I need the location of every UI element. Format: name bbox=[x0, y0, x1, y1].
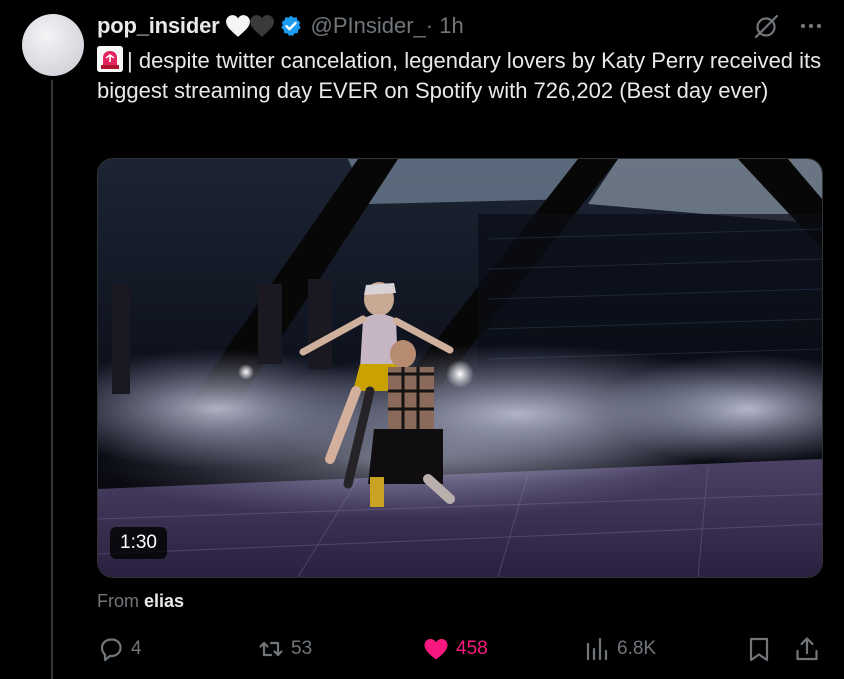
action-bar: 4 53 458 6.8K bbox=[97, 635, 821, 669]
black-heart-icon bbox=[249, 15, 274, 37]
white-heart-icon bbox=[225, 15, 250, 37]
video-duration: 1:30 bbox=[110, 527, 167, 559]
thread-line bbox=[51, 80, 53, 679]
views-count: 6.8K bbox=[617, 638, 657, 659]
like-button[interactable]: 458 bbox=[422, 635, 488, 663]
reply-count: 4 bbox=[131, 638, 142, 659]
verified-badge-icon[interactable] bbox=[279, 14, 303, 38]
grok-icon[interactable] bbox=[752, 11, 782, 41]
reply-icon bbox=[100, 638, 122, 662]
reply-button[interactable]: 4 bbox=[97, 635, 142, 663]
tweet-text: | despite twitter cancelation, legendary… bbox=[97, 46, 827, 106]
avatar[interactable] bbox=[22, 14, 84, 76]
repost-count: 53 bbox=[291, 638, 313, 659]
siren-emoji-icon bbox=[97, 46, 123, 72]
media-attribution: From elias bbox=[97, 591, 184, 612]
more-icon[interactable] bbox=[798, 13, 824, 39]
views-button[interactable]: 6.8K bbox=[583, 635, 656, 663]
attribution-source[interactable]: elias bbox=[144, 591, 184, 611]
bookmark-icon bbox=[749, 637, 769, 662]
like-icon bbox=[424, 639, 448, 660]
author-name[interactable]: pop_insider bbox=[97, 13, 220, 39]
video-player[interactable]: 1:30 bbox=[97, 158, 823, 578]
views-icon bbox=[586, 637, 608, 661]
author-handle[interactable]: @PInsider_ bbox=[311, 13, 426, 39]
tweet-header: pop_insider @PInsider_ · 1h bbox=[97, 11, 824, 41]
attribution-prefix: From bbox=[97, 591, 139, 611]
repost-icon bbox=[259, 641, 283, 657]
timestamp[interactable]: · 1h bbox=[426, 13, 464, 39]
like-count: 458 bbox=[456, 638, 488, 659]
video-frame bbox=[98, 159, 822, 577]
header-actions bbox=[752, 11, 824, 41]
name-emoji bbox=[225, 14, 274, 38]
repost-button[interactable]: 53 bbox=[257, 635, 312, 663]
bookmark-button[interactable] bbox=[745, 635, 779, 663]
share-icon bbox=[796, 637, 818, 661]
share-button[interactable] bbox=[793, 635, 827, 663]
tweet-body: | despite twitter cancelation, legendary… bbox=[97, 48, 822, 103]
